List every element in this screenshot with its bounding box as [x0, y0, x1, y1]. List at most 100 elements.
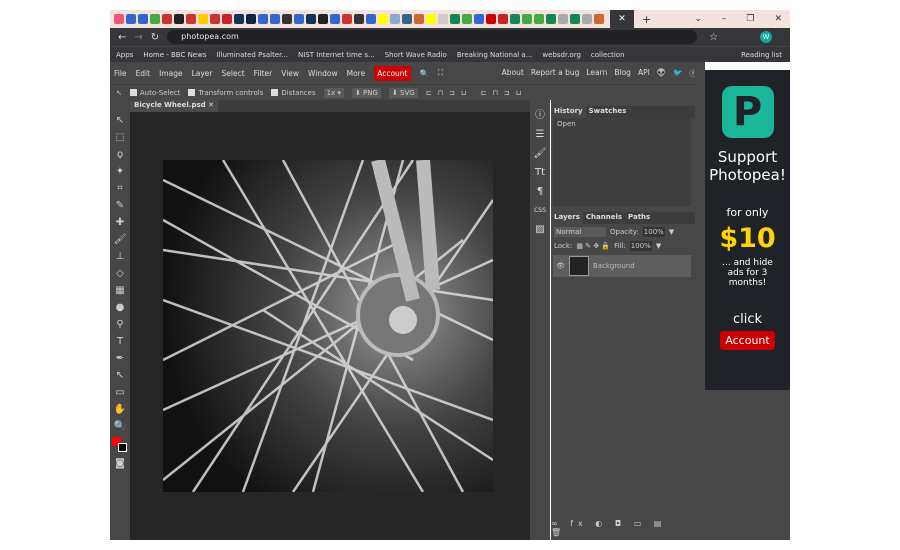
- heal-tool-icon[interactable]: ✚: [110, 214, 130, 231]
- export-png-button[interactable]: ⬇ PNG: [351, 87, 381, 98]
- browser-tab-favicon[interactable]: [450, 14, 460, 24]
- browser-tab-favicon[interactable]: [354, 14, 364, 24]
- tab-swatches[interactable]: Swatches: [586, 106, 630, 118]
- browser-tab-favicon[interactable]: [426, 14, 436, 24]
- menu-edit[interactable]: Edit: [136, 69, 151, 78]
- shape-tool-icon[interactable]: ▭: [110, 384, 130, 401]
- bookmark-item[interactable]: Short Wave Radio: [385, 51, 447, 59]
- tab-layers[interactable]: Layers: [551, 212, 583, 224]
- browser-tab-favicon[interactable]: [246, 14, 256, 24]
- star-icon[interactable]: ☆: [709, 32, 718, 43]
- browser-tab-favicon[interactable]: [222, 14, 232, 24]
- transform-controls-checkbox[interactable]: Transform controls: [188, 89, 263, 97]
- layer-row[interactable]: 👁 Background: [553, 255, 691, 277]
- color-swatch[interactable]: [110, 435, 130, 455]
- browser-tab-favicon[interactable]: [570, 14, 580, 24]
- menu-image[interactable]: Image: [159, 69, 183, 78]
- bookmark-item[interactable]: NIST Internet time s...: [298, 51, 375, 59]
- move-tool-icon[interactable]: ↖: [110, 112, 130, 129]
- browser-tab-favicon[interactable]: [402, 14, 412, 24]
- browser-tab-favicon[interactable]: [558, 14, 568, 24]
- align-icons[interactable]: ⊏⊓⊐⊔ ⊏⊓⊐⊔: [426, 89, 528, 97]
- browser-tab-favicon[interactable]: [198, 14, 208, 24]
- reading-list[interactable]: Reading list: [741, 51, 782, 59]
- menu-select[interactable]: Select: [222, 69, 245, 78]
- stamp-tool-icon[interactable]: ⊥: [110, 248, 130, 265]
- browser-tab-favicon[interactable]: [162, 14, 172, 24]
- reload-icon[interactable]: ↻: [151, 32, 159, 43]
- layer-footer-icons[interactable]: ∞ fx ◐ ◘ ▭ ▤ 🗑: [551, 519, 689, 537]
- browser-tab-favicon[interactable]: [390, 14, 400, 24]
- move-tool-icon[interactable]: ↖: [116, 89, 122, 97]
- scale-select[interactable]: 1x ▾: [323, 87, 344, 98]
- document-tab[interactable]: Bicycle Wheel.psd ✕: [130, 100, 218, 112]
- image-icon[interactable]: ▨: [530, 220, 550, 239]
- menu-report-a-bug[interactable]: Report a bug: [531, 68, 580, 79]
- close-window-icon[interactable]: ✕: [774, 14, 782, 24]
- menu-about[interactable]: About: [502, 68, 524, 79]
- browser-tab-favicon[interactable]: [270, 14, 280, 24]
- browser-tab-favicon[interactable]: [366, 14, 376, 24]
- browser-tab-favicon[interactable]: [546, 14, 556, 24]
- lock-icons[interactable]: ▦ ✎ ✥ 🔒: [576, 242, 610, 250]
- fill-input[interactable]: 100%: [629, 241, 652, 251]
- bookmark-item[interactable]: Breaking National a...: [457, 51, 533, 59]
- bookmark-item[interactable]: Home - BBC News: [143, 51, 206, 59]
- menu-window[interactable]: Window: [308, 69, 338, 78]
- export-svg-button[interactable]: ⬇ SVG: [388, 87, 418, 98]
- browser-tab-favicon[interactable]: [534, 14, 544, 24]
- character-icon[interactable]: Tt: [530, 163, 550, 182]
- css-icon[interactable]: CSS: [530, 201, 550, 220]
- paragraph-icon[interactable]: ¶: [530, 182, 550, 201]
- browser-tab-favicon[interactable]: [486, 14, 496, 24]
- ad-banner[interactable]: P Support Photopea! for only $10 ... and…: [705, 70, 790, 390]
- dodge-tool-icon[interactable]: ⚲: [110, 316, 130, 333]
- bookmark-item[interactable]: collection: [591, 51, 625, 59]
- browser-tab-favicon[interactable]: [378, 14, 388, 24]
- browser-tab-favicon[interactable]: [282, 14, 292, 24]
- menu-view[interactable]: View: [281, 69, 299, 78]
- menu-api[interactable]: API: [638, 68, 650, 79]
- browser-tab-favicon[interactable]: [306, 14, 316, 24]
- search-icon[interactable]: 🔍: [420, 69, 429, 78]
- bookmark-item[interactable]: websdr.org: [542, 51, 581, 59]
- browser-tab-favicon[interactable]: [234, 14, 244, 24]
- browser-tab-favicon[interactable]: [522, 14, 532, 24]
- blend-mode-select[interactable]: Normal: [554, 227, 606, 237]
- type-tool-icon[interactable]: T: [110, 333, 130, 350]
- browser-tab-favicon[interactable]: [150, 14, 160, 24]
- brush-panel-icon[interactable]: 🖌: [530, 144, 550, 163]
- browser-tab-favicon[interactable]: [174, 14, 184, 24]
- menu-file[interactable]: File: [114, 69, 127, 78]
- browser-tab-favicon[interactable]: [582, 14, 592, 24]
- menu-learn[interactable]: Learn: [586, 68, 607, 79]
- menu-filter[interactable]: Filter: [254, 69, 273, 78]
- visibility-eye-icon[interactable]: 👁: [556, 262, 565, 270]
- browser-tab-favicon[interactable]: [126, 14, 136, 24]
- tab-paths[interactable]: Paths: [625, 212, 653, 224]
- ad-account-button[interactable]: Account: [720, 331, 775, 350]
- tab-channels[interactable]: Channels: [583, 212, 625, 224]
- history-item[interactable]: Open: [557, 120, 687, 128]
- active-tab-close[interactable]: ✕: [610, 10, 634, 28]
- gradient-tool-icon[interactable]: ▦: [110, 282, 130, 299]
- forward-icon[interactable]: →: [134, 32, 142, 43]
- zoom-tool-icon[interactable]: 🔍: [110, 418, 130, 435]
- twitter-icon[interactable]: 🐦: [673, 68, 682, 79]
- profile-avatar[interactable]: W: [760, 31, 772, 43]
- bookmark-item[interactable]: Illuminated Psalter...: [217, 51, 289, 59]
- info-icon[interactable]: ⓘ: [530, 106, 550, 125]
- browser-tab-favicon[interactable]: [210, 14, 220, 24]
- eyedropper-icon[interactable]: ✎: [110, 197, 130, 214]
- path-select-icon[interactable]: ↖: [110, 367, 130, 384]
- new-tab-button[interactable]: +: [642, 13, 651, 26]
- reddit-icon[interactable]: 👽: [657, 68, 666, 79]
- auto-select-checkbox[interactable]: Auto-Select: [129, 89, 180, 97]
- account-button[interactable]: Account: [374, 65, 411, 81]
- restore-icon[interactable]: ❐: [746, 14, 754, 24]
- browser-tab-favicon[interactable]: [438, 14, 448, 24]
- browser-tab-favicon[interactable]: [186, 14, 196, 24]
- marquee-tool-icon[interactable]: ⬚: [110, 129, 130, 146]
- browser-tab-favicon[interactable]: [114, 14, 124, 24]
- apps-bookmark[interactable]: Apps: [116, 51, 133, 59]
